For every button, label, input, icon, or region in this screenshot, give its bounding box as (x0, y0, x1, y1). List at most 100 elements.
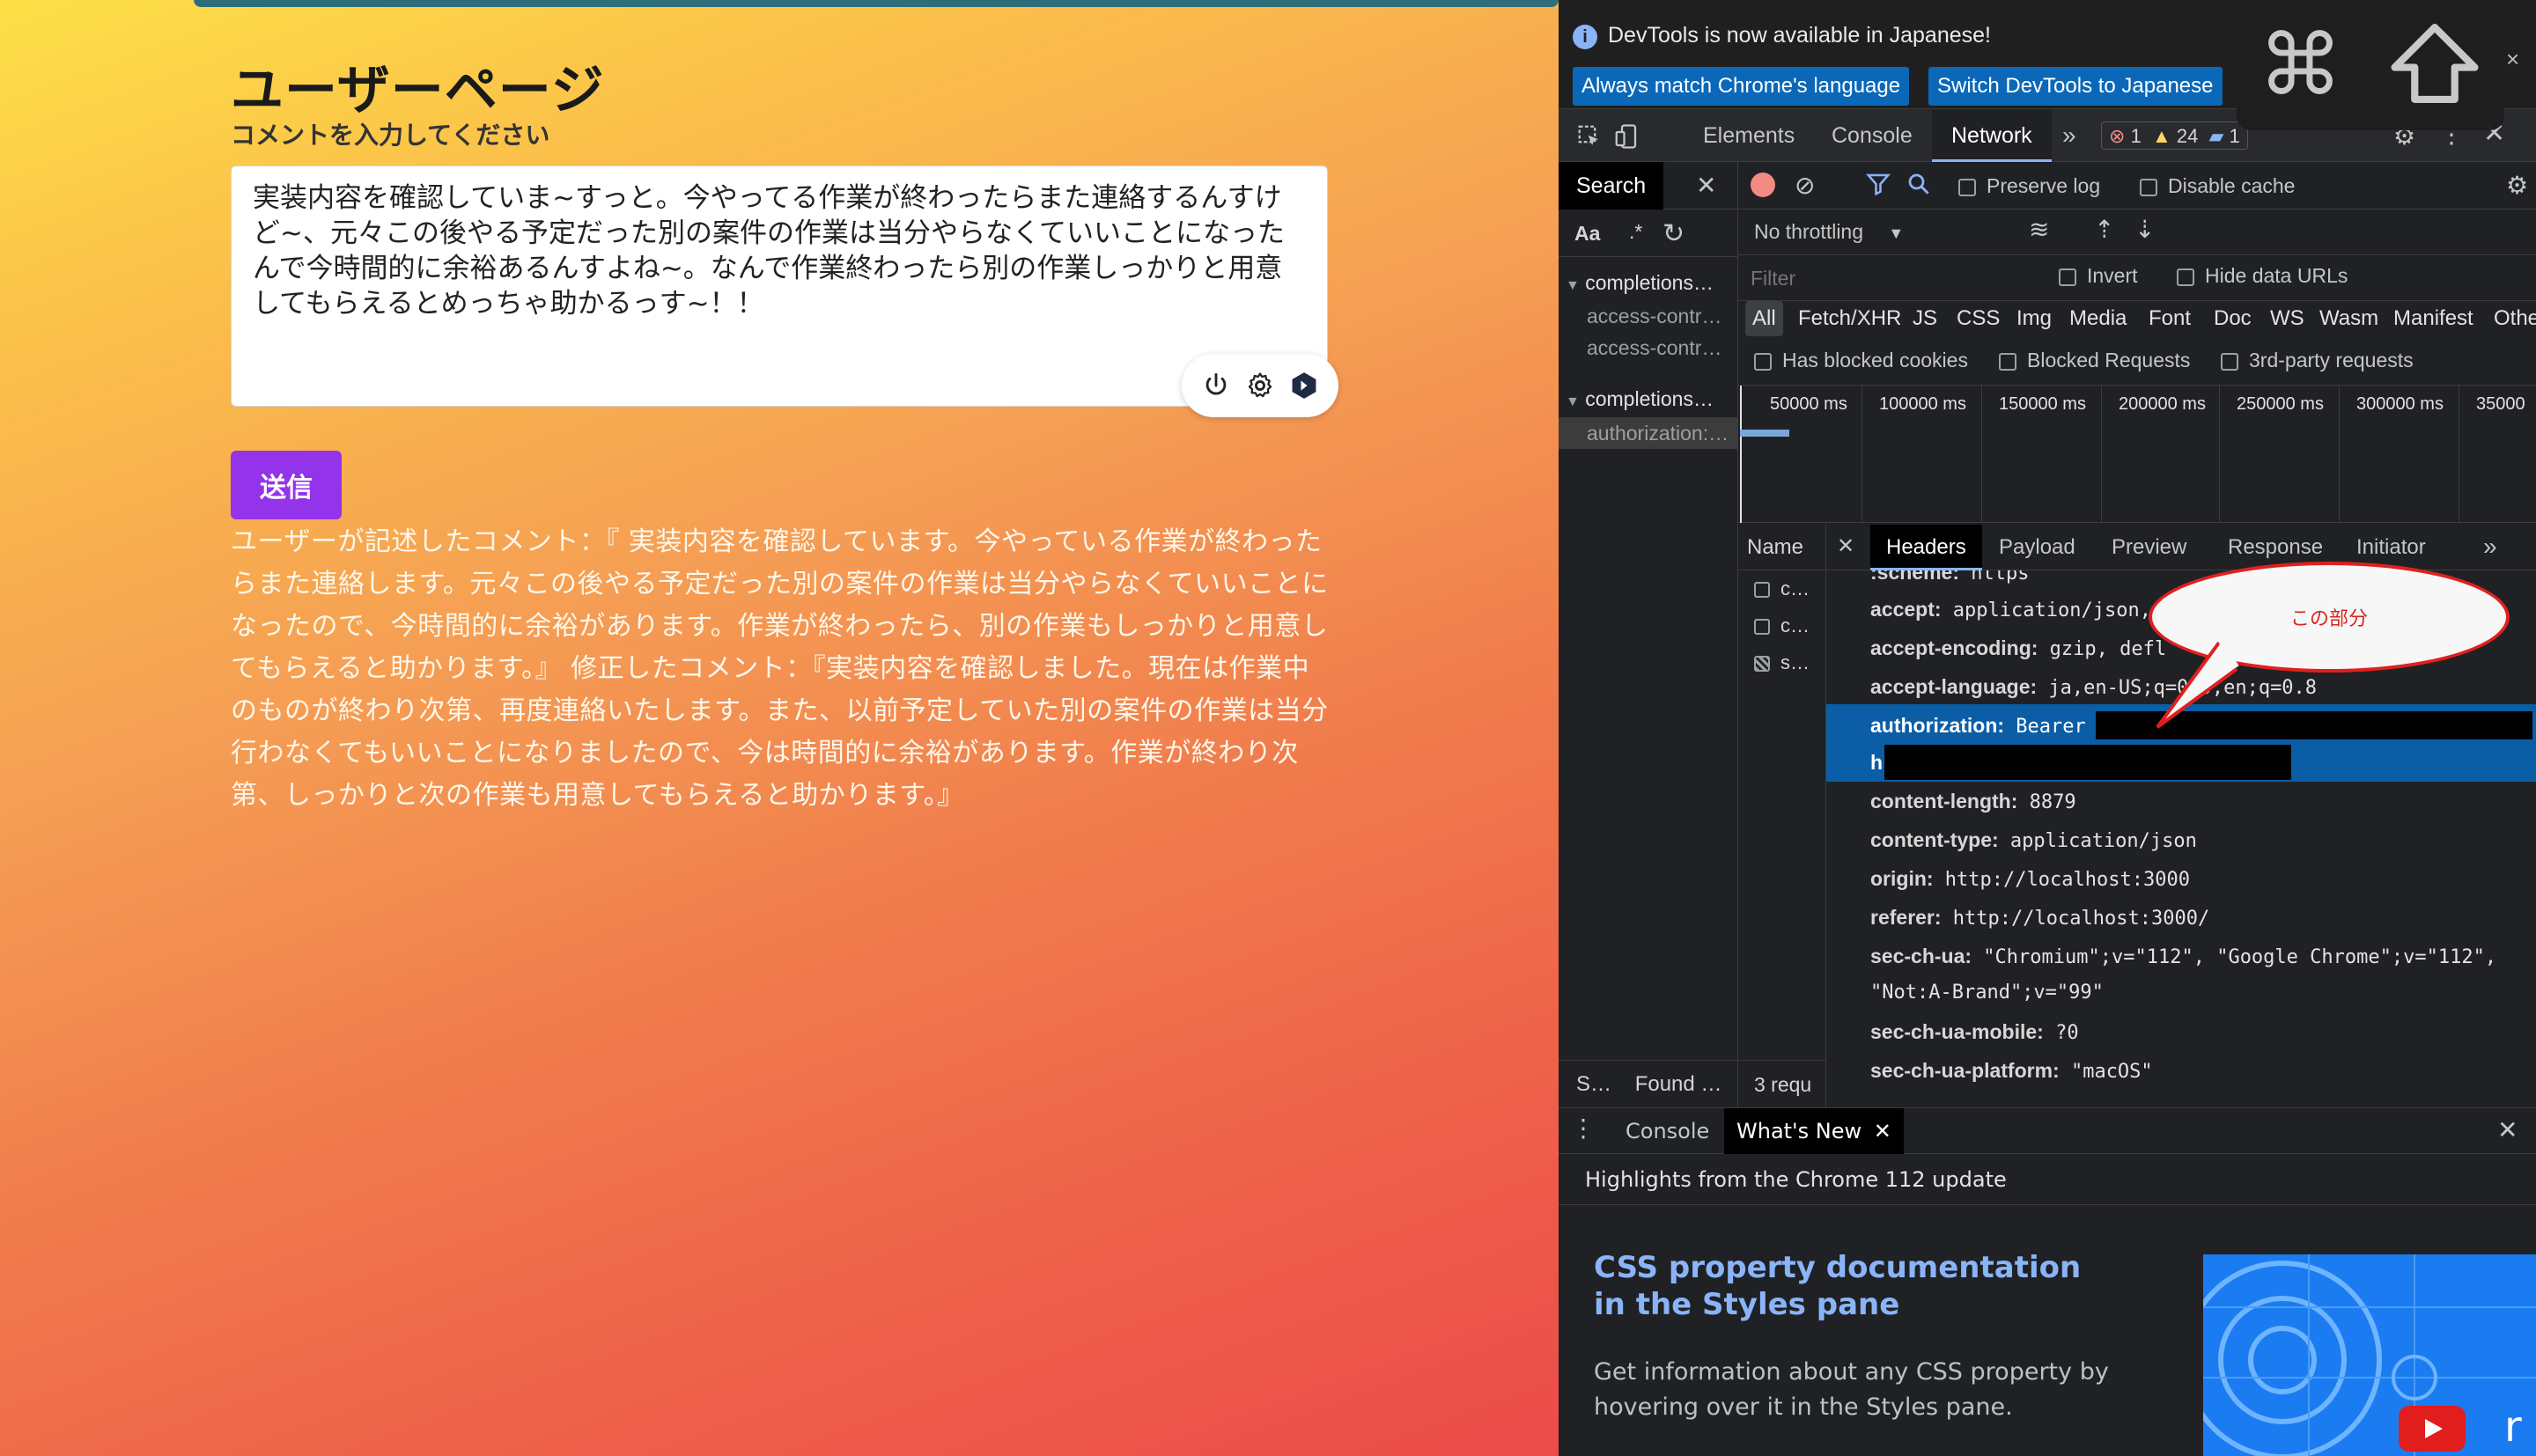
header-row-authorization: authorization: Bearer (1870, 714, 2086, 738)
network-settings-icon[interactable]: ⚙ (2506, 171, 2528, 200)
annotation-text: この部分 (2289, 608, 2368, 630)
tab-preview[interactable]: Preview (2112, 525, 2186, 570)
search-result-group[interactable]: ▼ completions… (1566, 271, 1714, 295)
type-media[interactable]: Media (2069, 301, 2127, 336)
chevron-down-icon: ▼ (1566, 394, 1580, 409)
power-icon[interactable] (1198, 368, 1234, 403)
request-count: 3 requ (1738, 1060, 1825, 1107)
submit-button[interactable]: 送信 (231, 451, 342, 519)
tab-network[interactable]: Network (1932, 109, 2052, 162)
tab-console[interactable]: Console (1832, 109, 1913, 162)
disable-cache-checkbox[interactable]: Disable cache (2140, 174, 2295, 198)
message-icon: ▰ (2208, 125, 2224, 147)
import-har-icon[interactable]: ⇡ (2094, 215, 2114, 244)
message-count: 1 (2229, 125, 2240, 147)
device-toolbar-icon[interactable] (1613, 123, 1640, 156)
search-panel: Search ✕ Aa .* ↻ ▼ completions… access-c… (1559, 162, 1738, 1107)
drawer-tab-whats-new[interactable]: What's New ✕ (1724, 1108, 1904, 1154)
timeline-tick: 200000 ms (2119, 394, 2206, 414)
request-row[interactable]: s… (1738, 644, 1825, 681)
match-case-toggle[interactable]: Aa (1574, 222, 1600, 246)
type-js[interactable]: JS (1913, 301, 1937, 336)
warning-count: 24 (2176, 125, 2199, 147)
close-drawer-icon[interactable]: ✕ (2497, 1115, 2518, 1144)
search-result-group[interactable]: ▼ completions… (1566, 387, 1714, 411)
regex-toggle[interactable]: .* (1629, 220, 1642, 244)
switch-japanese-button[interactable]: Switch DevTools to Japanese (1928, 67, 2223, 106)
search-result-item-selected[interactable]: authorization:… (1559, 417, 1737, 449)
hide-data-urls-checkbox[interactable]: Hide data URLs (2177, 264, 2348, 288)
type-font[interactable]: Font (2149, 301, 2191, 336)
comment-input[interactable] (231, 165, 1328, 407)
search-tab[interactable]: Search (1559, 162, 1664, 210)
timeline-overview[interactable]: 50000 ms 100000 ms 150000 ms 200000 ms 2… (1738, 386, 2536, 523)
close-search-icon[interactable]: ✕ (1696, 171, 1716, 200)
close-tab-icon[interactable]: ✕ (1874, 1119, 1891, 1143)
callout-pointer (2156, 639, 2239, 729)
result-group-label: completions… (1585, 271, 1714, 294)
keyboard-shortcut-overlay: ⌘ (2237, 0, 2504, 130)
request-row[interactable]: c… (1738, 607, 1825, 644)
search-found-status: Found … (1634, 1072, 1722, 1096)
preserve-log-checkbox[interactable]: Preserve log (1958, 174, 2100, 198)
header-row: content-length: 8879 (1870, 790, 2076, 813)
tab-payload[interactable]: Payload (1999, 525, 2075, 570)
network-conditions-icon[interactable]: ≋ (2029, 215, 2049, 244)
type-fetch-xhr[interactable]: Fetch/XHR (1798, 301, 1901, 336)
filter-icon[interactable] (1865, 171, 1891, 203)
match-language-button[interactable]: Always match Chrome's language (1573, 67, 1910, 106)
more-tabs-icon[interactable]: » (2062, 109, 2076, 162)
type-css[interactable]: CSS (1957, 301, 2000, 336)
timeline-tick: 150000 ms (1999, 394, 2086, 414)
search-icon[interactable] (1906, 171, 1932, 203)
inspect-element-icon[interactable] (1576, 123, 1603, 156)
gear-icon[interactable] (1242, 368, 1278, 403)
timeline-tick: 100000 ms (1879, 394, 1966, 414)
type-ws[interactable]: WS (2270, 301, 2304, 336)
more-detail-tabs-icon[interactable]: » (2483, 525, 2497, 569)
type-all[interactable]: All (1745, 301, 1783, 336)
detail-tabs: ✕ Headers Payload Preview Response Initi… (1826, 525, 2536, 570)
youtube-play-icon[interactable] (2399, 1406, 2466, 1452)
tab-headers[interactable]: Headers (1870, 525, 1982, 570)
infobar-close-icon[interactable]: × (2506, 46, 2519, 73)
video-title-fragment: r (2504, 1402, 2522, 1452)
name-column-header[interactable]: Name (1738, 525, 1825, 570)
drawer-tab-console[interactable]: Console (1626, 1108, 1709, 1154)
record-icon[interactable] (1751, 173, 1775, 197)
throttling-select[interactable]: No throttling ▼ (1754, 220, 1904, 244)
comment-prompt-label: コメントを入力してください (231, 121, 550, 150)
clear-icon[interactable]: ⊘ (1795, 171, 1815, 200)
tab-elements[interactable]: Elements (1703, 109, 1795, 162)
issue-counters[interactable]: ⊗ 1 ▲ 24 ▰ 1 (2101, 121, 2248, 150)
shift-key-icon (2386, 19, 2483, 111)
refresh-icon[interactable]: ↻ (1662, 218, 1685, 249)
third-party-checkbox[interactable]: 3rd-party requests (2221, 349, 2414, 372)
feature-video-thumbnail[interactable]: r (2203, 1254, 2536, 1456)
extension-logo-icon[interactable] (1286, 368, 1322, 403)
search-result-item[interactable]: access-contr… (1587, 305, 1721, 328)
type-wasm[interactable]: Wasm (2319, 301, 2378, 336)
infobar-message: DevTools is now available in Japanese! (1608, 23, 1991, 48)
type-doc[interactable]: Doc (2214, 301, 2252, 336)
invert-checkbox[interactable]: Invert (2059, 264, 2138, 288)
request-row[interactable]: c… (1738, 570, 1825, 607)
page-title: ユーザーページ (231, 60, 605, 121)
type-manifest[interactable]: Manifest (2393, 301, 2473, 336)
video-artwork (2203, 1254, 2536, 1456)
blocked-requests-checkbox[interactable]: Blocked Requests (1999, 349, 2190, 372)
redaction-bar (1884, 745, 2291, 780)
drawer-menu-icon[interactable]: ⋮ (1571, 1114, 1596, 1143)
blocked-cookies-checkbox[interactable]: Has blocked cookies (1754, 349, 1968, 372)
export-har-icon[interactable]: ⇣ (2134, 215, 2155, 244)
filter-input[interactable] (1747, 262, 2046, 294)
type-img[interactable]: Img (2016, 301, 2052, 336)
type-other[interactable]: Othe (2494, 301, 2536, 336)
search-result-item[interactable]: access-contr… (1587, 336, 1721, 360)
header-row: content-type: application/json (1870, 828, 2197, 852)
feature-title-link[interactable]: CSS property documentation in the Styles… (1594, 1249, 2122, 1323)
search-status: S… (1576, 1072, 1612, 1096)
close-detail-icon[interactable]: ✕ (1837, 533, 1854, 559)
header-row: accept: application/json, (1870, 598, 2151, 621)
result-text: ユーザーが記述したコメント：『 実装内容を確認しています。今やっている作業が終わ… (231, 526, 1329, 811)
